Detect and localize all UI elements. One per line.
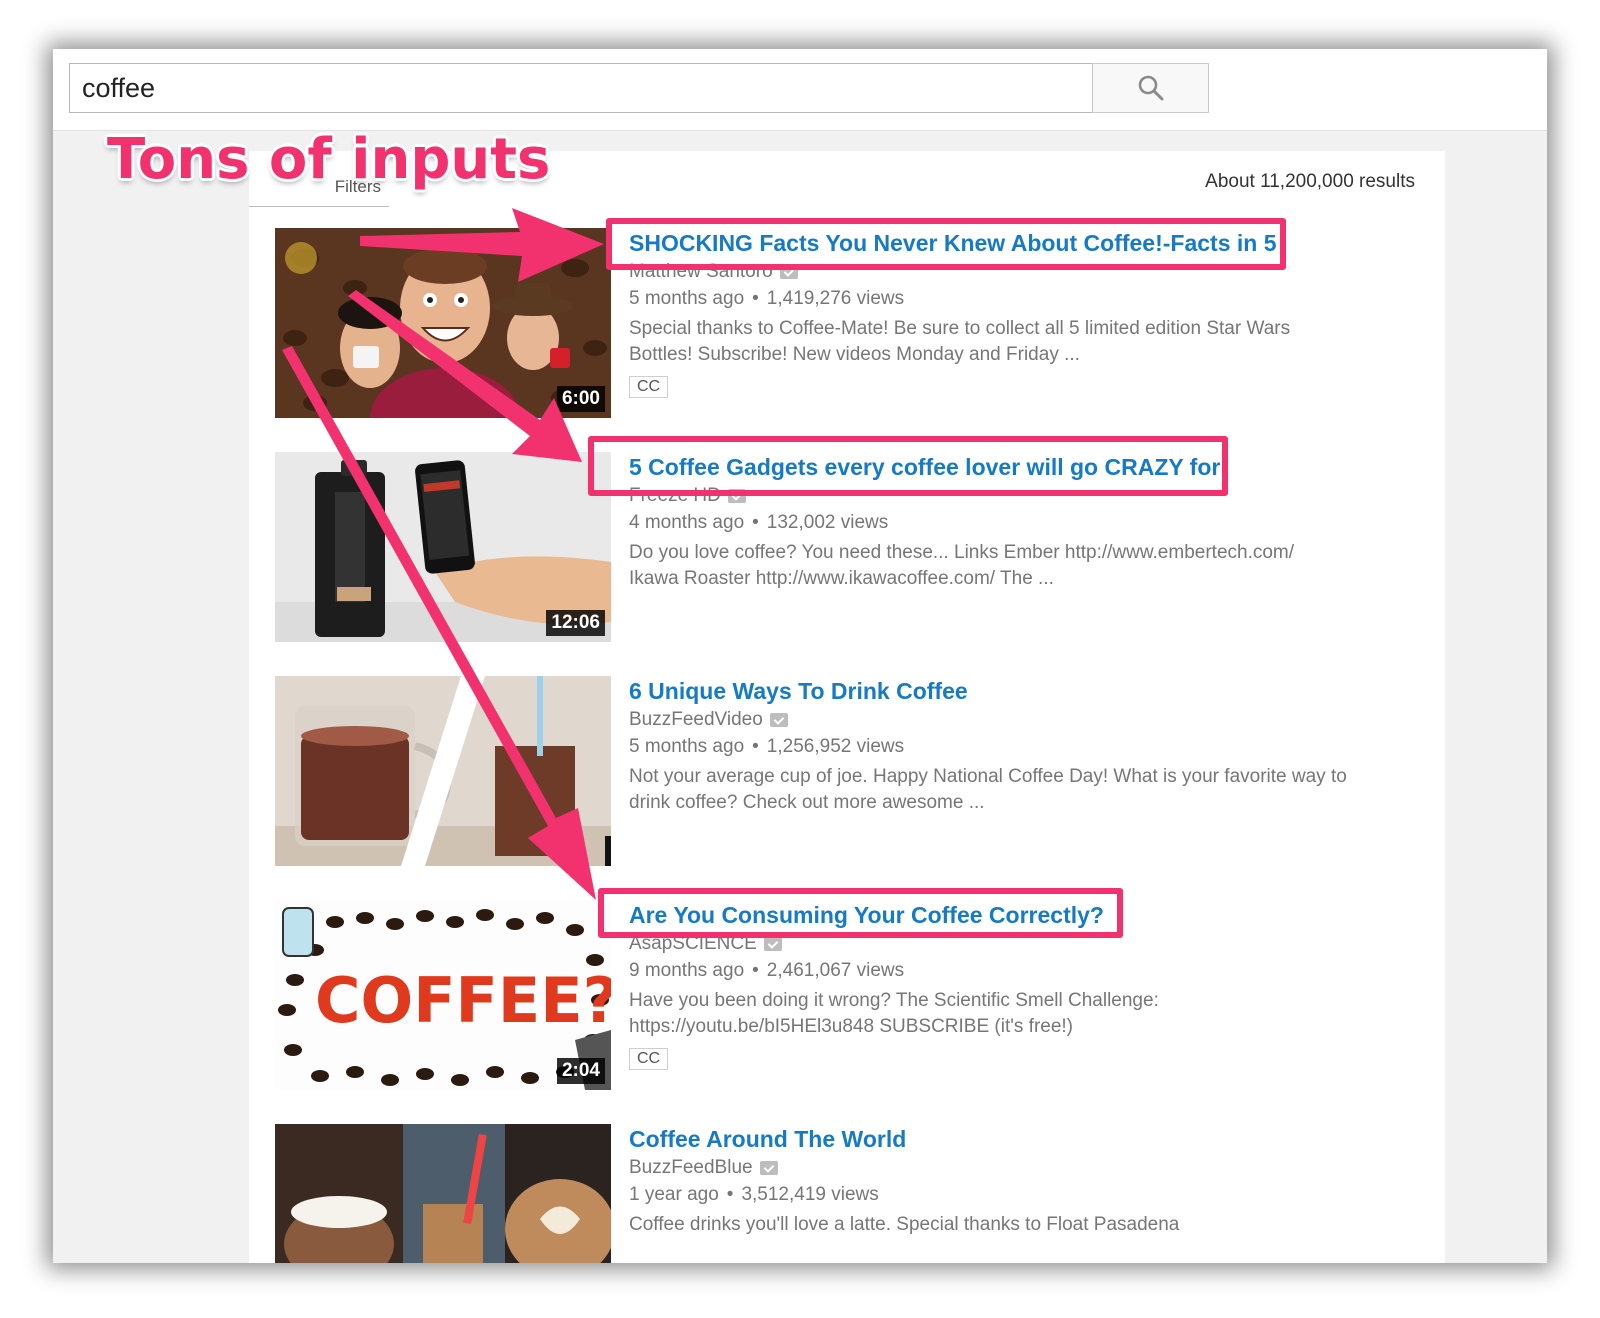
video-views: 132,002 views — [766, 512, 889, 533]
thumbnail-caption: COFFEE? — [315, 964, 611, 1037]
video-description: Special thanks to Coffee-Mate! Be sure t… — [629, 316, 1419, 368]
video-thumbnail[interactable]: COFFEE? 2:04 — [275, 900, 611, 1090]
video-age: 9 months ago — [629, 960, 745, 981]
video-thumbnail[interactable] — [275, 676, 611, 866]
video-title-link[interactable]: Coffee Around The World — [629, 1124, 1419, 1154]
verified-icon — [769, 713, 788, 727]
video-age: 5 months ago — [629, 288, 745, 309]
video-description: Do you love coffee? You need these... Li… — [629, 540, 1419, 592]
cc-badge: CC — [629, 1048, 669, 1070]
meta-separator: • — [752, 288, 759, 309]
video-title-link[interactable]: 6 Unique Ways To Drink Coffee — [629, 676, 1419, 706]
description-line: Ikawa Roaster http://www.ikawacoffee.com… — [629, 568, 1054, 589]
video-views: 3,512,419 views — [741, 1184, 879, 1205]
channel-name[interactable]: BuzzFeedVideo — [629, 708, 1419, 732]
video-duration: 6:00 — [556, 386, 605, 412]
description-line: Do you love coffee? You need these... Li… — [629, 542, 1295, 563]
video-meta: 4 months ago • 132,002 views — [629, 510, 1419, 536]
results-panel: Filters About 11,200,000 results 6:00 SH… — [249, 151, 1445, 1263]
annotation-heading: Tons of inputs — [107, 127, 551, 192]
cc-badge: CC — [629, 376, 669, 398]
channel-label[interactable]: BuzzFeedVideo — [629, 708, 763, 732]
thumbnail-image — [275, 676, 611, 866]
description-line: Bottles! Subscribe! New videos Monday an… — [629, 344, 1080, 365]
meta-separator: • — [752, 512, 759, 533]
video-duration: 12:06 — [546, 610, 605, 636]
verified-icon — [759, 1161, 778, 1175]
result-count: About 11,200,000 results — [1205, 171, 1415, 192]
description-line: Not your average cup of joe. Happy Natio… — [629, 766, 1347, 787]
title-highlight-box — [606, 218, 1286, 270]
video-views: 1,256,952 views — [766, 736, 905, 757]
video-meta: 9 months ago • 2,461,067 views — [629, 958, 1419, 984]
channel-label[interactable]: BuzzFeedBlue — [629, 1156, 753, 1180]
video-description: Have you been doing it wrong? The Scient… — [629, 988, 1419, 1040]
video-thumbnail[interactable] — [275, 1124, 611, 1263]
thumbnail-image — [275, 1124, 611, 1263]
video-meta: 1 year ago • 3,512,419 views — [629, 1182, 1419, 1208]
description-line: Special thanks to Coffee-Mate! Be sure t… — [629, 318, 1291, 339]
video-description: Coffee drinks you'll love a latte. Speci… — [629, 1212, 1419, 1238]
video-age: 4 months ago — [629, 512, 745, 533]
description-line: Have you been doing it wrong? The Scient… — [629, 990, 1159, 1011]
search-input[interactable] — [69, 63, 1092, 113]
video-meta: 5 months ago • 1,419,276 views — [629, 286, 1419, 312]
video-thumbnail[interactable]: 6:00 — [275, 228, 611, 418]
search-button[interactable] — [1092, 63, 1209, 113]
video-thumbnail[interactable]: 12:06 — [275, 452, 611, 642]
meta-separator: • — [752, 736, 759, 757]
video-age: 1 year ago — [629, 1184, 719, 1205]
search-icon — [1138, 75, 1163, 101]
title-highlight-box — [588, 436, 1228, 496]
video-meta: 5 months ago • 1,256,952 views — [629, 734, 1419, 760]
description-line: drink coffee? Check out more awesome ... — [629, 792, 985, 813]
description-line: Coffee drinks you'll love a latte. Speci… — [629, 1214, 1180, 1235]
title-highlight-box — [598, 888, 1123, 938]
meta-separator: • — [726, 1184, 734, 1205]
video-result: 6 Unique Ways To Drink Coffee BuzzFeedVi… — [275, 676, 1425, 872]
top-bar — [53, 49, 1547, 131]
description-line[interactable]: https://youtu.be/bI5HEl3u848 SUBSCRIBE (… — [629, 1014, 1419, 1040]
video-duration: 2:04 — [556, 1058, 605, 1084]
video-views: 1,419,276 views — [766, 288, 905, 309]
video-result: Coffee Around The World BuzzFeedBlue 1 y… — [275, 1124, 1425, 1263]
verified-icon — [763, 937, 782, 951]
meta-separator: • — [752, 960, 759, 981]
video-age: 5 months ago — [629, 736, 745, 757]
video-description: Not your average cup of joe. Happy Natio… — [629, 764, 1419, 816]
channel-name[interactable]: BuzzFeedBlue — [629, 1156, 1419, 1180]
video-views: 2,461,067 views — [766, 960, 905, 981]
